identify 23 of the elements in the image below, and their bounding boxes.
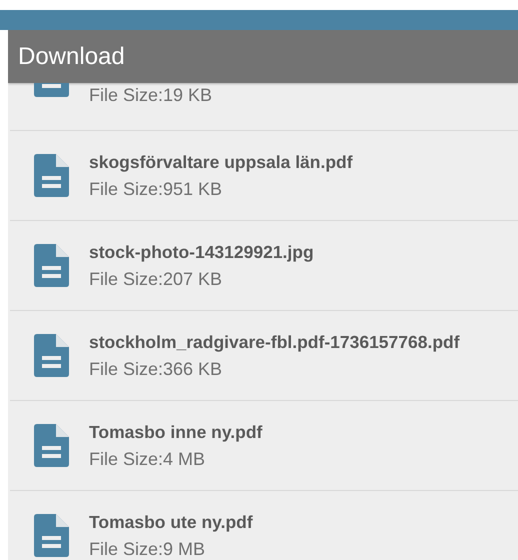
document-icon — [34, 244, 69, 287]
file-row[interactable]: File Size:19 KB — [10, 83, 518, 131]
file-name: skogsförvaltare uppsala län.pdf — [89, 152, 353, 172]
file-size: File Size:366 KB — [89, 358, 224, 380]
app-bar-title: Download — [18, 42, 125, 70]
file-size: File Size:4 MB — [89, 448, 206, 470]
document-icon — [34, 154, 69, 197]
file-size: File Size:951 KB — [89, 178, 224, 200]
file-row[interactable]: stock-photo-143129921.jpg File Size:207 KB — [10, 221, 518, 311]
file-name: stockholm_radgivare-fbl.pdf-1736157768.pdf — [89, 332, 460, 352]
file-name: stock-photo-143129921.jpg — [89, 242, 314, 262]
file-row[interactable]: Tomasbo ute ny.pdf File Size:9 MB — [10, 491, 518, 560]
file-row[interactable]: skogsförvaltare uppsala län.pdf File Size:951 KB — [10, 131, 518, 221]
file-name: Tomasbo ute ny.pdf — [89, 512, 253, 532]
file-size: File Size:9 MB — [89, 538, 206, 560]
file-size: File Size:19 KB — [89, 85, 212, 106]
document-icon — [34, 334, 69, 377]
document-icon — [34, 424, 69, 467]
file-row[interactable]: Tomasbo inne ny.pdf File Size:4 MB — [10, 401, 518, 491]
file-row[interactable]: stockholm_radgivare-fbl.pdf-1736157768.pdf File Size:366 KB — [10, 311, 518, 401]
file-size: File Size:207 KB — [89, 268, 224, 290]
document-icon — [34, 514, 69, 557]
file-name: Tomasbo inne ny.pdf — [89, 422, 262, 442]
